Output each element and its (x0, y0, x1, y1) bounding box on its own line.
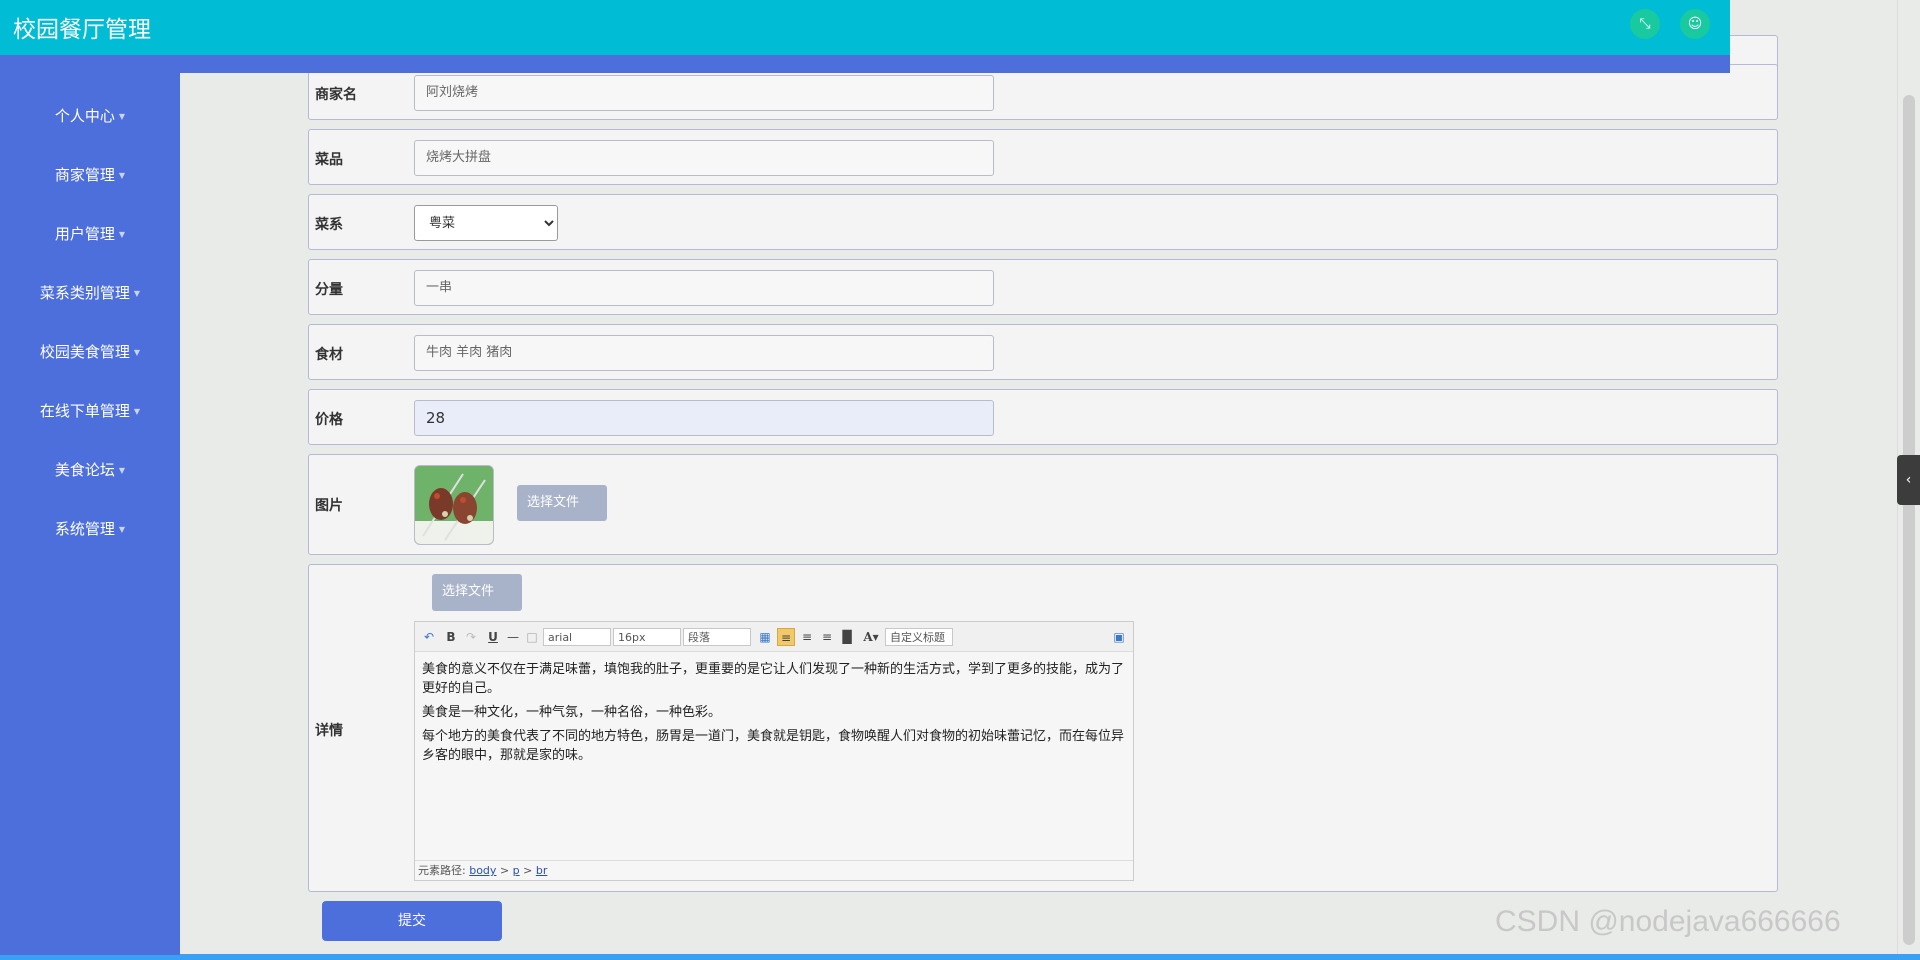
expand-icon: ⤡ (1639, 16, 1651, 32)
side-collapse-tab[interactable]: ‹ (1897, 455, 1920, 505)
align-right-icon[interactable]: ≡ (799, 628, 815, 646)
cuisine-label: 菜系 (315, 217, 343, 233)
user-icon: ☺ (1687, 16, 1703, 32)
bold-icon[interactable]: B (443, 628, 459, 646)
details-label: 详情 (315, 723, 343, 739)
main-content: 商家名 阿刘烧烤 菜品 烧烤大拼盘 菜系 粤菜 分量 一串 食材 牛肉 羊肉 猪… (180, 35, 1897, 960)
form-row-image: 图片 选择文件 (308, 454, 1778, 555)
path-p-link[interactable]: p (513, 864, 520, 877)
editor-paragraph: 美食是一种文化，一种气氛，一种名俗，一种色彩。 (422, 705, 722, 720)
editor-toolbar: ↶ B ↷ U — □ arial 16px 段落 ▦ ≡ ≡ ≡ █ A▾ 自… (415, 622, 1133, 652)
dish-label: 菜品 (315, 152, 343, 168)
chevron-down-icon: ▼ (133, 348, 141, 357)
editor-choose-file-button[interactable]: 选择文件 (432, 574, 522, 611)
fullscreen-editor-icon[interactable]: ▣ (1111, 628, 1127, 646)
font-color-icon[interactable]: A▾ (859, 628, 883, 646)
font-size-select[interactable]: 16px (613, 628, 681, 646)
submit-button[interactable]: 提交 (322, 901, 502, 941)
dish-thumbnail (414, 465, 494, 545)
form-row-dish: 菜品 烧烤大拼盘 (308, 129, 1778, 185)
sidebar-item-personal-center[interactable]: 个人中心 ▼ (0, 105, 180, 126)
underline-icon[interactable]: U (485, 628, 501, 646)
choose-image-button[interactable]: 选择文件 (517, 485, 607, 521)
path-body-link[interactable]: body (469, 864, 496, 877)
path-separator: > (499, 864, 510, 877)
sidebar-item-merchant[interactable]: 商家管理 ▼ (0, 164, 180, 185)
bottom-progress-line (0, 954, 1920, 960)
rich-text-editor: ↶ B ↷ U — □ arial 16px 段落 ▦ ≡ ≡ ≡ █ A▾ 自… (414, 621, 1134, 881)
chevron-left-icon: ‹ (1905, 472, 1912, 488)
path-br-link[interactable]: br (536, 864, 548, 877)
horizontal-rule-icon[interactable]: — (505, 628, 521, 646)
form-row-ingredients: 食材 牛肉 羊肉 猪肉 (308, 324, 1778, 380)
editor-element-path: 元素路径: body > p > br (415, 860, 1133, 880)
paragraph-value: 段落 (688, 631, 710, 644)
custom-title-select[interactable]: 自定义标题 (885, 628, 953, 646)
chevron-down-icon: ▼ (118, 525, 126, 534)
app-title: 校园餐厅管理 (13, 17, 151, 43)
sidebar: 个人中心 ▼ 商家管理 ▼ 用户管理 ▼ 菜系类别管理 ▼ 校园美食管理 ▼ 在线下单管理… (0, 55, 180, 955)
price-label: 价格 (315, 412, 343, 428)
sidebar-item-cuisine-category[interactable]: 菜系类别管理 ▼ (0, 282, 180, 303)
sidebar-item-label: 系统管理 (54, 520, 115, 538)
sidebar-item-label: 用户管理 (54, 225, 115, 243)
sidebar-item-online-orders[interactable]: 在线下单管理 ▼ (0, 400, 180, 421)
sidebar-item-label: 校园美食管理 (39, 343, 130, 361)
align-left-icon[interactable]: ≡ (777, 628, 795, 646)
user-menu-button[interactable]: ☺ (1680, 9, 1710, 39)
font-color-label: A (863, 630, 873, 644)
form-row-details: 详情 选择文件 ↶ B ↷ U — □ arial 16px 段落 ▦ ≡ ≡ … (308, 564, 1778, 892)
sidebar-item-forum[interactable]: 美食论坛 ▼ (0, 459, 180, 480)
form-row-portion: 分量 一串 (308, 259, 1778, 315)
redo-icon[interactable]: ↷ (463, 628, 479, 646)
scrollbar-thumb[interactable] (1903, 95, 1915, 945)
kebab-image (415, 466, 493, 544)
ingredients-label: 食材 (315, 347, 343, 363)
path-separator: > (523, 864, 533, 877)
portion-input[interactable]: 一串 (414, 270, 994, 306)
chevron-down-icon: ▼ (118, 230, 126, 239)
ingredients-input[interactable]: 牛肉 羊肉 猪肉 (414, 335, 994, 371)
chevron-down-icon: ▼ (118, 112, 126, 121)
price-input[interactable]: 28 (414, 400, 994, 436)
chevron-down-icon: ▼ (133, 289, 141, 298)
sidebar-item-label: 商家管理 (54, 166, 115, 184)
sidebar-item-system[interactable]: 系统管理 ▼ (0, 518, 180, 539)
form-row-price: 价格 28 (308, 389, 1778, 445)
align-justify-icon[interactable]: █ (839, 628, 855, 646)
custom-title-value: 自定义标题 (890, 631, 945, 644)
chevron-down-icon: ▼ (118, 171, 126, 180)
undo-icon[interactable]: ↶ (421, 628, 437, 646)
sidebar-item-label: 在线下单管理 (39, 402, 130, 420)
sidebar-item-users[interactable]: 用户管理 ▼ (0, 223, 180, 244)
sidebar-item-label: 个人中心 (54, 107, 115, 125)
watermark: CSDN @nodejava666666 (1495, 905, 1841, 938)
paragraph-select[interactable]: 段落 (683, 628, 751, 646)
cuisine-select[interactable]: 粤菜 (414, 205, 558, 241)
top-header: 校园餐厅管理 ⤡ ☺ (0, 0, 1730, 55)
table-icon[interactable]: ▦ (757, 628, 773, 646)
element-path-prefix: 元素路径: (418, 864, 466, 877)
align-center-icon[interactable]: ≡ (819, 628, 835, 646)
sidebar-item-campus-food[interactable]: 校园美食管理 ▼ (0, 341, 180, 362)
font-family-select[interactable]: arial (543, 628, 611, 646)
chevron-down-icon: ▼ (118, 466, 126, 475)
chevron-down-icon: ▼ (133, 407, 141, 416)
form-row-cuisine: 菜系 粤菜 (308, 194, 1778, 250)
header-strip (0, 55, 1730, 73)
dish-input[interactable]: 烧烤大拼盘 (414, 140, 994, 176)
editor-content[interactable]: 美食的意义不仅在于满足味蕾，填饱我的肚子，更重要的是它让人们发现了一种新的生活方… (422, 660, 1127, 770)
font-size-value: 16px (618, 631, 646, 644)
sidebar-item-label: 菜系类别管理 (39, 284, 130, 302)
sidebar-item-label: 美食论坛 (54, 461, 115, 479)
portion-label: 分量 (315, 282, 343, 298)
clear-format-icon[interactable]: □ (525, 628, 539, 646)
image-label: 图片 (315, 498, 343, 514)
fullscreen-button[interactable]: ⤡ (1630, 9, 1660, 39)
font-family-value: arial (548, 631, 573, 644)
editor-paragraph: 美食的意义不仅在于满足味蕾，填饱我的肚子，更重要的是它让人们发现了一种新的生活方… (422, 662, 1125, 696)
merchant-label: 商家名 (315, 87, 357, 103)
editor-paragraph: 每个地方的美食代表了不同的地方特色，肠胃是一道门，美食就是钥匙，食物唤醒人们对食… (422, 729, 1125, 763)
merchant-input[interactable]: 阿刘烧烤 (414, 75, 994, 111)
